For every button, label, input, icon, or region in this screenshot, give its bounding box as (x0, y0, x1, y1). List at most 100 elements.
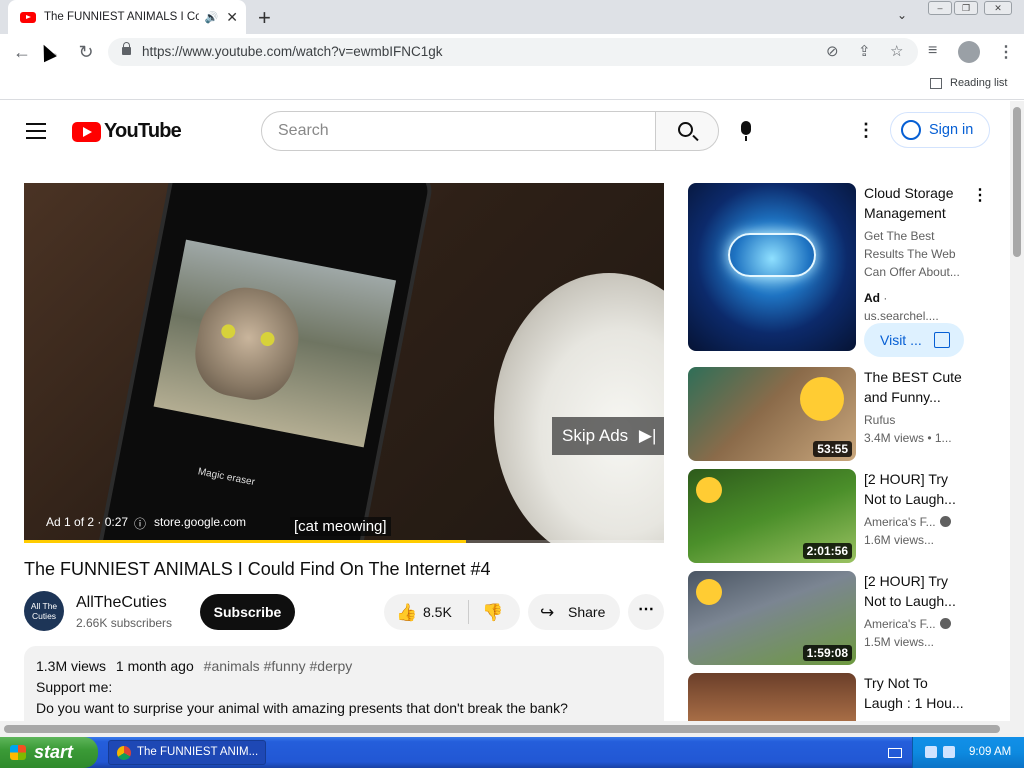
ad-thumbnail[interactable] (688, 183, 856, 351)
keyboard-icon[interactable] (888, 748, 902, 758)
search-button[interactable] (655, 111, 719, 151)
start-button[interactable]: start (0, 737, 98, 768)
address-bar[interactable]: https://www.youtube.com/watch?v=ewmbIFNC… (108, 38, 918, 66)
video-thumbnail[interactable]: 53:55 (688, 367, 856, 461)
bookmark-bar: Reading list (0, 70, 1024, 100)
menu-icon[interactable] (26, 123, 46, 139)
tracking-protection-icon[interactable]: ⊘ (826, 42, 839, 60)
video-player[interactable]: Magic eraser Skip Ads ▶| Ad 1 of 2 · 0:2… (24, 183, 664, 543)
video-thumbnail[interactable]: 1:59:08 (688, 571, 856, 665)
cat-image (187, 279, 307, 407)
network-icon[interactable] (925, 746, 937, 758)
ad-domain-link[interactable]: store.google.com (154, 515, 246, 529)
start-label: start (34, 742, 74, 762)
horizontal-scroll-thumb[interactable] (4, 725, 1000, 733)
browser-tab[interactable]: The FUNNIEST ANIMALS I Could Find On The… (8, 0, 246, 34)
reload-button[interactable]: ↻ (74, 40, 98, 64)
audio-playing-icon[interactable]: 🔊 (205, 11, 219, 24)
url-text[interactable]: https://www.youtube.com/watch?v=ewmbIFNC… (142, 44, 443, 59)
browser-menu-icon[interactable]: ⋮ (998, 42, 1014, 62)
new-tab-button[interactable]: + (258, 5, 271, 31)
recommendation-title[interactable]: [2 HOUR] Try Not to Laugh... (864, 571, 968, 611)
cat-eye-left (220, 323, 237, 340)
mug-image (494, 273, 664, 543)
restore-button[interactable]: ❐ (954, 1, 978, 15)
lock-icon[interactable] (122, 42, 131, 55)
like-count[interactable]: 8.5K (423, 604, 452, 620)
description-meta: 1.3M views 1 month ago #animals #funny #… (36, 658, 652, 674)
like-dislike-group: 👍 8.5K 👎 (384, 594, 520, 630)
tab-search-chevron-icon[interactable]: ⌄ (897, 8, 907, 22)
channel-avatar[interactable]: All The Cuties (24, 591, 64, 631)
minimize-button[interactable]: – (928, 1, 952, 15)
profile-avatar[interactable] (958, 41, 980, 63)
taskbar-window-button[interactable]: The FUNNIEST ANIM... (108, 740, 266, 765)
close-window-button[interactable]: ✕ (984, 1, 1012, 15)
system-tray: 9:09 AM (912, 737, 1024, 768)
youtube-logo-text: YouTube (104, 120, 182, 142)
search-input[interactable]: Search (261, 111, 656, 151)
recommendation-item[interactable]: 53:55 The BEST Cute and Funny... Rufus 3… (688, 367, 988, 463)
volume-icon[interactable] (943, 746, 955, 758)
close-tab-icon[interactable]: ✕ (226, 9, 238, 26)
duration-badge: 53:55 (813, 441, 852, 457)
ad-body: Get The Best Results The Web Can Offer A… (864, 229, 960, 279)
recommendation-item[interactable]: 2:01:56 [2 HOUR] Try Not to Laugh... Ame… (688, 469, 988, 565)
back-button[interactable]: ← (10, 40, 34, 64)
recommendation-channel[interactable]: America's F... (864, 615, 964, 633)
voice-search-icon[interactable] (741, 121, 751, 141)
recommendation-channel[interactable]: Rufus (864, 411, 964, 429)
clock[interactable]: 9:09 AM (969, 746, 1011, 758)
reading-list-icon (930, 77, 942, 89)
duration-badge: 1:59:08 (802, 645, 852, 661)
ad-title[interactable]: Cloud Storage Management (864, 183, 968, 223)
taskbar-window-title: The FUNNIEST ANIM... (137, 746, 259, 758)
video-thumbnail[interactable]: 2:01:56 (688, 469, 856, 563)
recommendation-title[interactable]: [2 HOUR] Try Not to Laugh... (864, 469, 968, 509)
ad-kebab-icon[interactable]: ⋮ (972, 185, 988, 205)
laughing-emoji-icon (696, 579, 722, 605)
youtube-logo[interactable]: YouTube (72, 120, 182, 143)
hashtags[interactable]: #animals #funny #derpy (204, 658, 353, 674)
progress-bar[interactable] (24, 540, 664, 543)
description-box[interactable]: 1.3M views 1 month ago #animals #funny #… (24, 646, 664, 721)
ad-source: Ad · us.searchel.... (864, 291, 939, 323)
more-actions-button[interactable]: ⋯ (628, 594, 664, 630)
reading-list-button[interactable]: Reading list (930, 77, 1007, 89)
share-button[interactable]: ↪ Share (528, 594, 620, 630)
sign-in-label: Sign in (929, 122, 974, 138)
info-icon[interactable]: ⓘ (134, 515, 146, 532)
channel-name[interactable]: AllTheCuties (76, 594, 167, 612)
ad-badge: Ad (864, 291, 880, 305)
horizontal-scrollbar[interactable] (0, 721, 1024, 737)
vertical-scrollbar[interactable] (1010, 101, 1024, 721)
recommendation-title[interactable]: The BEST Cute and Funny... (864, 367, 968, 407)
browser-toolbar: ← → ↻ https://www.youtube.com/watch?v=ew… (0, 34, 1024, 70)
windows-logo-icon (10, 745, 26, 760)
bookmark-star-icon[interactable]: ☆ (890, 42, 903, 60)
recommendation-item[interactable]: 1:59:08 [2 HOUR] Try Not to Laugh... Ame… (688, 571, 988, 667)
subscribe-button[interactable]: Subscribe (200, 594, 295, 630)
external-link-icon (934, 332, 950, 348)
share-icon: ↪ (540, 603, 555, 622)
ad-source-domain: us.searchel.... (864, 309, 939, 323)
vertical-scroll-thumb[interactable] (1013, 107, 1021, 257)
sidebar-ad-card[interactable]: Cloud Storage Management ⋮ Get The Best … (688, 183, 988, 357)
like-icon[interactable]: 👍 (396, 603, 417, 623)
share-page-icon[interactable]: ⇪ (858, 42, 871, 60)
sign-in-button[interactable]: Sign in (890, 112, 990, 148)
settings-kebab-icon[interactable]: ⋮ (857, 121, 875, 139)
dislike-icon[interactable]: 👎 (482, 603, 503, 623)
cloud-icon (728, 233, 816, 277)
youtube-page: YouTube Search ⋮ Sign in Magic eraser Sk… (0, 101, 1010, 721)
recommendation-channel[interactable]: America's F... (864, 513, 964, 531)
like-divider (468, 600, 469, 624)
skip-ads-button[interactable]: Skip Ads ▶| (552, 417, 664, 455)
recommendation-item[interactable]: Try Not To Laugh : 1 Hou... (688, 673, 988, 721)
media-control-icon[interactable]: ≡ (928, 42, 937, 60)
visit-button[interactable]: Visit ... (864, 323, 964, 357)
video-thumbnail[interactable] (688, 673, 856, 721)
share-label: Share (568, 604, 606, 620)
recommendation-meta: 1.5M views... (864, 635, 935, 649)
recommendation-title[interactable]: Try Not To Laugh : 1 Hou... (864, 673, 968, 713)
